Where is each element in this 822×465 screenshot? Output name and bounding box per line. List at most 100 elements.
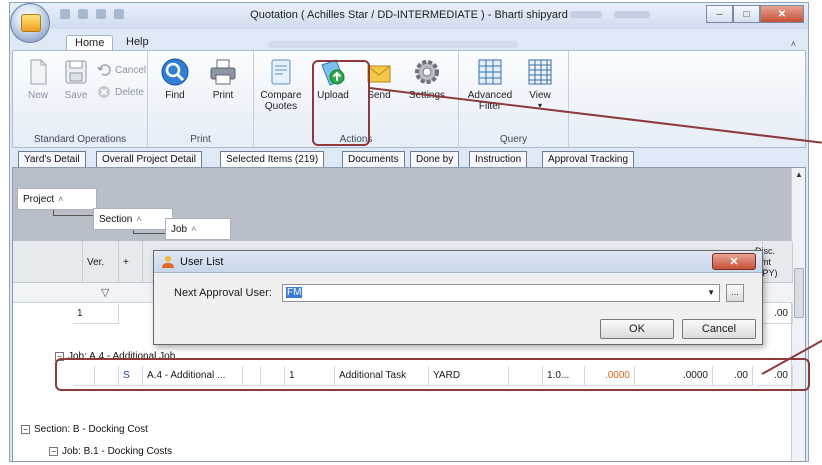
tab-selected-items[interactable]: Selected Items (219) bbox=[220, 151, 325, 168]
send-button[interactable]: Send bbox=[356, 57, 402, 101]
row-amount: .0000 bbox=[635, 366, 713, 386]
user-list-icon bbox=[162, 256, 174, 268]
dialog-cancel-button[interactable]: Cancel bbox=[682, 319, 756, 339]
ribbon-tab-bar: Home Help ˄ bbox=[10, 29, 808, 51]
group-by-panel: Project ˄ Section ˄ Job ˄ bbox=[13, 168, 793, 241]
tab-yards-detail[interactable]: Yard's Detail bbox=[18, 151, 86, 168]
tab-approval-tracking[interactable]: Approval Tracking bbox=[542, 151, 635, 168]
job-b1-label: Job: B.1 - Docking Costs bbox=[62, 446, 173, 457]
save-button[interactable]: Save bbox=[53, 57, 99, 101]
browse-users-button[interactable]: ... bbox=[726, 284, 744, 302]
print-button[interactable]: Print bbox=[200, 57, 246, 101]
send-icon bbox=[367, 65, 391, 83]
upload-label: Upload bbox=[317, 90, 349, 101]
application-menu-orb[interactable] bbox=[10, 3, 50, 43]
row-name: A.4 - Additional ... bbox=[143, 366, 243, 386]
view-label: View bbox=[529, 90, 551, 101]
row-type: S bbox=[119, 366, 143, 386]
upload-button[interactable]: Upload bbox=[310, 57, 356, 101]
new-document-icon bbox=[30, 59, 47, 85]
scroll-thumb[interactable] bbox=[794, 268, 804, 318]
header-cell-ver[interactable]: Ver. bbox=[83, 241, 119, 283]
group-print: Find Print Print bbox=[148, 51, 254, 147]
header-cell-plus[interactable]: + bbox=[119, 241, 143, 283]
table-row[interactable]: S A.4 - Additional ... 1 Additional Task… bbox=[13, 366, 793, 386]
project-label: Project bbox=[23, 193, 55, 205]
new-label: New bbox=[27, 90, 48, 101]
group-chip-project-label: Project ˄ bbox=[19, 189, 67, 209]
save-icon bbox=[65, 60, 87, 84]
group-label-standard: Standard Operations bbox=[33, 134, 127, 145]
close-button[interactable]: ✕ bbox=[760, 5, 804, 23]
next-approval-user-label: Next Approval User: bbox=[174, 287, 272, 299]
ok-button[interactable]: OK bbox=[600, 319, 674, 339]
tab-help[interactable]: Help bbox=[118, 35, 157, 51]
content-tab-bar: Yard's Detail Overall Project Detail Sel… bbox=[12, 150, 806, 168]
row-blank-cell bbox=[95, 366, 119, 386]
print-label: Print bbox=[212, 90, 234, 101]
tree-group-job-a4[interactable]: − Job: A.4 - Additional Job bbox=[55, 351, 175, 362]
cancel-ribbon-button[interactable]: Cancel bbox=[97, 63, 146, 77]
collapse-icon[interactable]: − bbox=[21, 425, 30, 434]
row-blank-cell bbox=[243, 366, 261, 386]
dropdown-arrow-icon[interactable]: ▼ bbox=[707, 288, 715, 297]
tab-home[interactable]: Home bbox=[66, 35, 114, 51]
find-button[interactable]: Find bbox=[152, 57, 198, 101]
dialog-title: User List bbox=[180, 256, 224, 268]
upload-icon bbox=[321, 59, 345, 86]
sort-caret-icon: ˄ bbox=[58, 194, 64, 204]
group-standard-operations: New Save Cancel Delete Standard Operatio… bbox=[13, 51, 148, 147]
tab-overall-project-detail[interactable]: Overall Project Detail bbox=[96, 151, 202, 168]
window-title: Quotation ( Achilles Star / DD-INTERMEDI… bbox=[250, 9, 568, 21]
scroll-up-icon[interactable]: ▲ bbox=[795, 170, 803, 179]
collapse-icon[interactable]: − bbox=[55, 352, 64, 361]
row-blank-cell bbox=[509, 366, 543, 386]
title-bar: Quotation ( Achilles Star / DD-INTERMEDI… bbox=[10, 3, 808, 29]
app-root: Quotation ( Achilles Star / DD-INTERMEDI… bbox=[0, 0, 822, 465]
window-controls: – □ ✕ bbox=[706, 5, 804, 23]
tab-documents[interactable]: Documents bbox=[342, 151, 405, 168]
cancel-label: Cancel bbox=[115, 64, 147, 76]
compare-label: Compare Quotes bbox=[260, 90, 302, 112]
sort-caret-icon: ˄ bbox=[191, 224, 197, 234]
group-chip-job-label: Job ˄ bbox=[167, 219, 200, 239]
collapse-icon[interactable]: − bbox=[49, 447, 58, 456]
view-button[interactable]: View ▾ bbox=[517, 57, 563, 110]
row-checkbox-cell[interactable] bbox=[73, 366, 95, 386]
save-label: Save bbox=[64, 90, 88, 101]
undo-icon bbox=[97, 64, 111, 76]
tab-instruction[interactable]: Instruction bbox=[469, 151, 528, 168]
group-label-print: Print bbox=[190, 134, 211, 145]
vertical-scrollbar[interactable]: ▲ bbox=[791, 168, 805, 461]
row-number: 1 bbox=[73, 304, 119, 324]
row-qty: 1 bbox=[285, 366, 335, 386]
group-label-actions: Actions bbox=[339, 134, 373, 145]
section-label: Section bbox=[99, 213, 133, 225]
printer-icon bbox=[210, 59, 236, 85]
blurred-title-part bbox=[570, 11, 602, 18]
ribbon-collapse-icon[interactable]: ˄ bbox=[791, 39, 796, 49]
tree-group-job-b1[interactable]: − Job: B.1 - Docking Costs bbox=[49, 446, 172, 457]
filter-icon[interactable]: ▽ bbox=[101, 286, 109, 299]
selected-user-value: FM bbox=[286, 287, 303, 298]
row-val1: 1.0... bbox=[543, 366, 585, 386]
minimize-button[interactable]: – bbox=[706, 5, 733, 23]
delete-icon bbox=[98, 86, 110, 98]
dialog-close-button[interactable]: ✕ bbox=[712, 253, 756, 270]
send-label: Send bbox=[367, 90, 391, 101]
blurred-ribbon-text bbox=[268, 41, 518, 48]
row-disc: .00 bbox=[713, 366, 753, 386]
tree-group-section-b[interactable]: − Section: B - Docking Cost bbox=[21, 424, 148, 435]
maximize-button[interactable]: □ bbox=[733, 5, 760, 23]
job-a4-label: Job: A.4 - Additional Job bbox=[68, 351, 176, 362]
delete-button[interactable]: Delete bbox=[97, 85, 144, 99]
group-chip-section-label: Section ˄ bbox=[95, 209, 146, 229]
group-connector bbox=[53, 210, 93, 216]
tab-done-by[interactable]: Done by bbox=[410, 151, 460, 168]
delete-label: Delete bbox=[115, 86, 144, 98]
row-task: Additional Task bbox=[335, 366, 429, 386]
find-label: Find bbox=[165, 90, 185, 101]
next-approval-user-select[interactable]: FM ▼ bbox=[282, 284, 720, 302]
compare-quotes-button[interactable]: Compare Quotes bbox=[258, 57, 304, 112]
sort-caret-icon: ˄ bbox=[136, 214, 142, 224]
